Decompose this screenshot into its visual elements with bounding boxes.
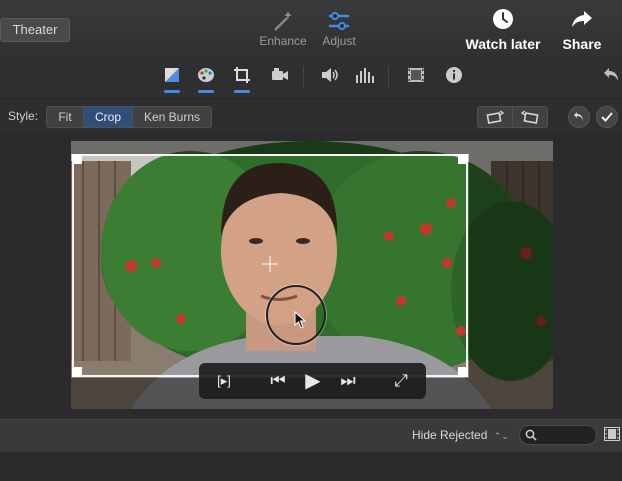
- magic-wand-icon: [274, 11, 292, 31]
- speaker-icon: [322, 68, 338, 82]
- undo-arrow-icon: [604, 68, 618, 81]
- color-correction-tool[interactable]: [196, 66, 216, 93]
- watch-later-label: Watch later: [465, 36, 541, 52]
- crop-mask-top: [71, 141, 469, 154]
- color-balance-tool[interactable]: [162, 66, 182, 93]
- mouse-pointer-icon: [294, 311, 307, 329]
- rotate-clockwise-icon: [520, 110, 539, 124]
- info-icon: [446, 67, 462, 83]
- stabilization-tool[interactable]: [270, 66, 290, 84]
- camera-icon: [272, 68, 288, 80]
- rotate-right-button[interactable]: [512, 106, 548, 128]
- play-button[interactable]: ▶: [301, 369, 325, 393]
- reset-crop-button[interactable]: [568, 106, 590, 128]
- volume-tool[interactable]: [320, 66, 340, 84]
- rotate-counterclockwise-icon: [486, 110, 505, 124]
- playback-controls: [▸] ⏮ ▶ ⏭ ⤢: [199, 363, 426, 399]
- undo-icon: [574, 112, 583, 121]
- share-label: Share: [562, 36, 602, 52]
- sliders-icon: [328, 12, 350, 30]
- search-icon: [525, 429, 537, 441]
- palette-icon: [198, 68, 214, 82]
- watch-later-button[interactable]: Watch later: [462, 8, 544, 52]
- filmstrip-icon[interactable]: [604, 427, 620, 441]
- hide-rejected-select[interactable]: Hide Rejected ⌃⌄: [412, 428, 509, 442]
- tool-divider: [388, 66, 389, 88]
- info-tool[interactable]: [444, 66, 464, 84]
- enhance-button[interactable]: Enhance: [255, 10, 311, 48]
- hide-rejected-label: Hide Rejected: [412, 428, 488, 442]
- crop-handle-bottom-left[interactable]: [72, 367, 82, 377]
- adjust-label: Adjust: [322, 34, 356, 48]
- clock-icon: [493, 9, 513, 29]
- rotate-left-button[interactable]: [477, 106, 513, 128]
- adjust-tools-row: [0, 60, 622, 99]
- style-label: Style:: [8, 109, 39, 123]
- crop-tool[interactable]: [232, 66, 252, 93]
- crop-icon: [234, 67, 250, 83]
- style-ken-burns-button[interactable]: Ken Burns: [132, 106, 212, 128]
- tool-divider: [303, 66, 304, 88]
- skip-forward-button[interactable]: ⏭: [335, 369, 361, 393]
- share-button[interactable]: Share: [558, 8, 606, 52]
- active-indicator: [234, 90, 250, 93]
- film-filter-icon: [408, 68, 424, 82]
- trim-to-selection-button[interactable]: [▸]: [209, 369, 239, 393]
- style-fit-button[interactable]: Fit: [46, 106, 84, 128]
- color-balance-icon: [165, 68, 179, 82]
- cursor-highlight-ring: [266, 285, 326, 345]
- crop-handle-top-left[interactable]: [72, 154, 82, 164]
- adjust-button[interactable]: Adjust: [316, 10, 362, 48]
- clip-filter-tool[interactable]: [406, 66, 426, 84]
- theater-button[interactable]: Theater: [0, 18, 70, 42]
- search-input[interactable]: [540, 427, 594, 443]
- crop-mask-right: [469, 141, 553, 409]
- search-field[interactable]: [519, 425, 597, 445]
- reset-all-button[interactable]: [602, 66, 622, 84]
- active-indicator: [198, 90, 214, 93]
- equalizer-icon: [356, 68, 374, 83]
- active-indicator: [164, 90, 180, 93]
- apply-crop-button[interactable]: [596, 106, 618, 128]
- style-crop-button[interactable]: Crop: [83, 106, 133, 128]
- equalizer-tool[interactable]: [355, 66, 375, 84]
- fullscreen-button[interactable]: ⤢: [389, 369, 413, 393]
- checkmark-icon: [601, 112, 613, 122]
- skip-back-button[interactable]: ⏮: [265, 369, 291, 393]
- select-arrows-icon: ⌃⌄: [493, 431, 509, 441]
- enhance-label: Enhance: [259, 34, 307, 48]
- crop-handle-bottom-right[interactable]: [458, 367, 468, 377]
- event-browser-area: [0, 452, 622, 481]
- crosshair-icon: [262, 256, 278, 272]
- crop-handle-top-right[interactable]: [458, 154, 468, 164]
- share-arrow-icon: [572, 11, 592, 27]
